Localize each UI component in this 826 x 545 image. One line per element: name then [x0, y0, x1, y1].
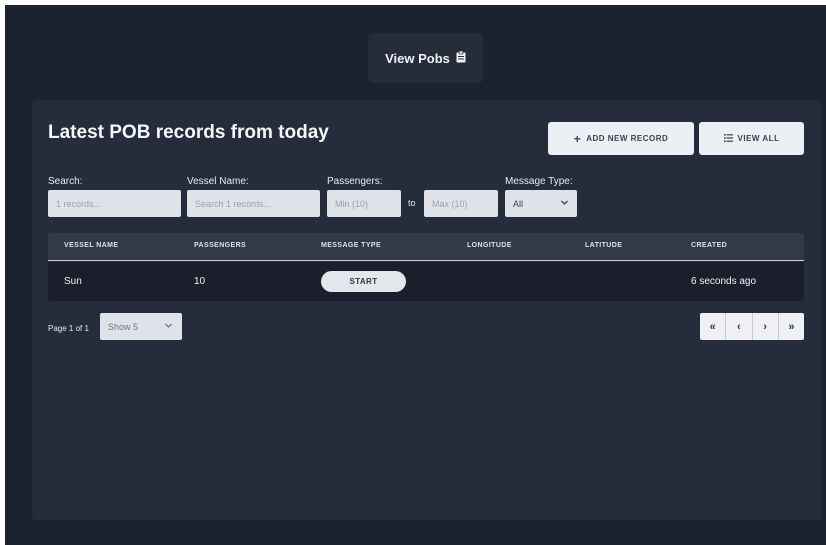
vessel-name-label: Vessel Name:: [187, 176, 249, 187]
next-page-button[interactable]: ›: [753, 313, 779, 340]
add-new-record-label: ADD NEW RECORD: [586, 134, 669, 143]
view-all-button[interactable]: VIEW ALL: [699, 122, 804, 155]
header-vessel-name[interactable]: VESSEL NAME: [64, 242, 118, 249]
message-type-label: Message Type:: [505, 176, 573, 187]
chevron-down-icon: [560, 198, 569, 209]
passengers-max-input[interactable]: [424, 190, 498, 217]
cell-created: 6 seconds ago: [691, 276, 757, 287]
page-info: Page 1 of 1: [48, 324, 89, 333]
view-pobs-label: View Pobs: [385, 50, 450, 66]
cell-vessel-name: Sun: [64, 276, 82, 287]
chevron-down-icon: [164, 321, 173, 332]
first-page-button[interactable]: «: [700, 313, 727, 340]
add-new-record-button[interactable]: + ADD NEW RECORD: [548, 122, 694, 155]
header-created[interactable]: CREATED: [691, 242, 727, 249]
panel-title: Latest POB records from today: [48, 122, 329, 143]
last-page-button[interactable]: »: [779, 313, 804, 340]
plus-icon: +: [573, 131, 582, 146]
pagination-controls: « ‹ › »: [700, 313, 804, 340]
message-type-select[interactable]: All: [505, 190, 577, 217]
passengers-to-label: to: [408, 198, 416, 208]
view-pobs-button[interactable]: View Pobs: [368, 33, 483, 83]
header-message-type[interactable]: MESSAGE TYPE: [321, 242, 381, 249]
search-label: Search:: [48, 176, 83, 187]
page-size-select[interactable]: Show 5: [100, 313, 182, 340]
clipboard-icon: [456, 50, 466, 66]
cell-passengers: 10: [194, 276, 206, 287]
passengers-min-input[interactable]: [327, 190, 401, 217]
message-type-badge: START: [321, 271, 406, 292]
message-type-value: All: [513, 198, 524, 209]
header-passengers[interactable]: PASSENGERS: [194, 242, 246, 249]
search-input[interactable]: [48, 190, 181, 217]
table-row[interactable]: Sun 10 START 6 seconds ago: [48, 262, 804, 301]
app-window: View Pobs Latest POB records from today …: [5, 5, 826, 545]
table-header: VESSEL NAME PASSENGERS MESSAGE TYPE LONG…: [48, 233, 804, 261]
passengers-label: Passengers:: [327, 176, 383, 187]
vessel-name-input[interactable]: [187, 190, 320, 217]
header-longitude[interactable]: LONGITUDE: [467, 242, 512, 249]
view-all-label: VIEW ALL: [737, 134, 780, 143]
prev-page-button[interactable]: ‹: [726, 313, 753, 340]
page-size-value: Show 5: [108, 321, 139, 332]
list-icon: [723, 133, 733, 144]
header-latitude[interactable]: LATITUDE: [585, 242, 622, 249]
pob-records-panel: Latest POB records from today + ADD NEW …: [32, 100, 821, 520]
